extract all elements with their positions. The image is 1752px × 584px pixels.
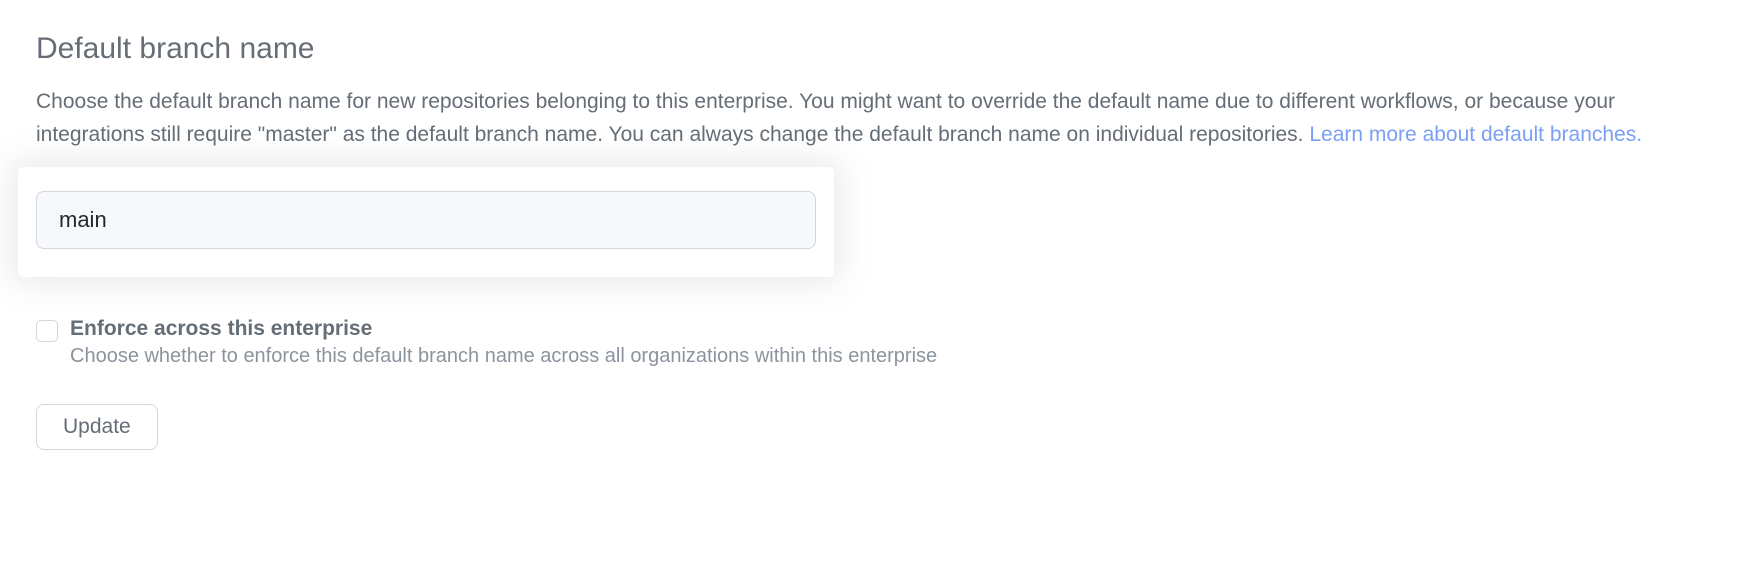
update-button[interactable]: Update xyxy=(36,404,158,450)
section-description: Choose the default branch name for new r… xyxy=(36,86,1716,151)
enforce-content: Enforce across this enterprise Choose wh… xyxy=(70,317,937,368)
enforce-label[interactable]: Enforce across this enterprise xyxy=(70,317,937,341)
enforce-checkbox[interactable] xyxy=(36,320,58,342)
default-branch-name-input[interactable] xyxy=(36,191,816,249)
section-title: Default branch name xyxy=(36,32,1716,66)
branch-input-wrapper xyxy=(18,167,834,277)
enforce-row: Enforce across this enterprise Choose wh… xyxy=(36,317,1716,368)
learn-more-link[interactable]: Learn more about default branches. xyxy=(1309,123,1642,146)
enforce-description: Choose whether to enforce this default b… xyxy=(70,345,937,368)
